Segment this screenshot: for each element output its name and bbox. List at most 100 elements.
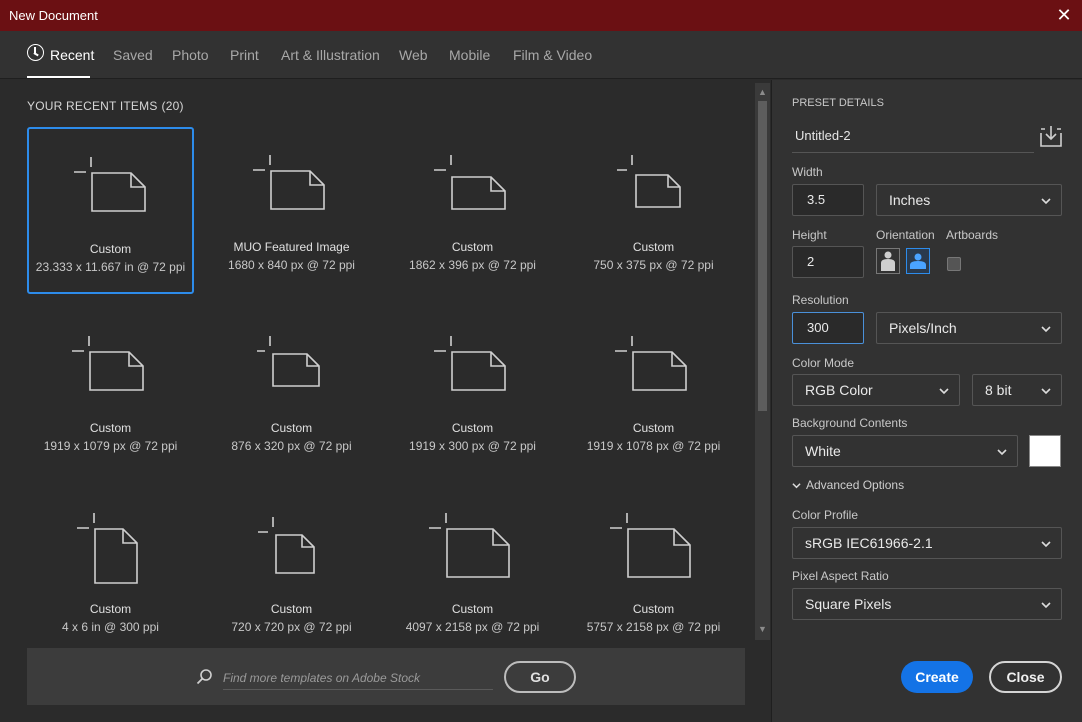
tab-art-illustration[interactable]: Art & Illustration	[281, 47, 380, 63]
color-profile-select[interactable]: sRGB IEC61966-2.1	[792, 527, 1062, 559]
artboards-checkbox[interactable]	[947, 257, 961, 271]
color-mode-value: RGB Color	[805, 382, 873, 398]
orientation-label: Orientation	[876, 228, 935, 242]
tab-print[interactable]: Print	[230, 47, 259, 63]
resolution-unit-select[interactable]: Pixels/Inch	[876, 312, 1062, 344]
clock-icon	[27, 44, 44, 61]
window-title: New Document	[9, 8, 98, 23]
recent-item-card[interactable]: Custom 750 x 375 px @ 72 ppi	[570, 127, 737, 294]
recent-items-count: (20)	[161, 99, 184, 113]
height-label: Height	[792, 228, 827, 242]
landscape-icon	[910, 253, 926, 269]
search-input[interactable]	[223, 666, 493, 690]
item-name: Custom	[270, 602, 313, 616]
width-input[interactable]: 3.5	[792, 184, 864, 216]
recent-item-card[interactable]: Custom 876 x 320 px @ 72 ppi	[208, 308, 375, 475]
scroll-up-icon[interactable]: ▲	[758, 87, 767, 97]
item-name: Custom	[89, 242, 132, 256]
portrait-icon	[881, 251, 895, 271]
recent-item-card[interactable]: Custom 1919 x 1078 px @ 72 ppi	[570, 308, 737, 475]
portrait-orientation-button[interactable]	[876, 248, 900, 274]
tab-web[interactable]: Web	[399, 47, 428, 63]
tab-film-video[interactable]: Film & Video	[513, 47, 592, 63]
chevron-down-icon	[1041, 198, 1051, 205]
bit-depth-value: 8 bit	[985, 382, 1012, 398]
item-size: 1919 x 1079 px @ 72 ppi	[43, 439, 178, 453]
resolution-input[interactable]: 300	[792, 312, 864, 344]
recent-item-card[interactable]: Custom 1919 x 300 px @ 72 ppi	[389, 308, 556, 475]
recent-item-card[interactable]: Custom 23.333 x 11.667 in @ 72 ppi	[27, 127, 194, 294]
go-button[interactable]: Go	[504, 661, 576, 693]
recent-item-card[interactable]: Custom 5757 x 2158 px @ 72 ppi	[570, 489, 737, 656]
resolution-unit-value: Pixels/Inch	[889, 320, 957, 336]
color-profile-value: sRGB IEC61966-2.1	[805, 535, 933, 551]
item-size: 23.333 x 11.667 in @ 72 ppi	[35, 260, 186, 274]
chevron-down-icon	[939, 388, 949, 395]
document-preset-icon	[253, 155, 325, 210]
document-preset-icon	[434, 336, 506, 391]
title-bar: New Document ✕	[0, 0, 1082, 31]
stock-search-bar: Go	[27, 648, 745, 705]
background-color-swatch[interactable]	[1029, 435, 1061, 467]
item-name: Custom	[451, 602, 494, 616]
pixel-aspect-label: Pixel Aspect Ratio	[792, 569, 889, 583]
item-name: Custom	[451, 421, 494, 435]
scrollbar[interactable]: ▲ ▼	[755, 83, 770, 640]
width-label: Width	[792, 165, 823, 179]
height-input[interactable]: 2	[792, 246, 864, 278]
document-preset-icon	[77, 513, 138, 584]
create-button[interactable]: Create	[901, 661, 973, 693]
scroll-down-icon[interactable]: ▼	[758, 624, 767, 634]
landscape-orientation-button[interactable]	[906, 248, 930, 274]
item-size: 1680 x 840 px @ 72 ppi	[228, 258, 355, 272]
recent-item-card[interactable]: Custom 1919 x 1079 px @ 72 ppi	[27, 308, 194, 475]
item-name: Custom	[632, 421, 675, 435]
background-select[interactable]: White	[792, 435, 1018, 467]
color-profile-label: Color Profile	[792, 508, 859, 522]
active-tab-indicator	[27, 76, 90, 78]
scroll-thumb[interactable]	[758, 101, 767, 411]
item-size: 876 x 320 px @ 72 ppi	[231, 439, 352, 453]
recent-items-panel: YOUR RECENT ITEMS (20) Custom 23.333 x 11…	[0, 80, 771, 722]
recent-item-card[interactable]: Custom 1862 x 396 px @ 72 ppi	[389, 127, 556, 294]
tab-mobile[interactable]: Mobile	[449, 47, 490, 63]
item-name: Custom	[270, 421, 313, 435]
tab-recent[interactable]: Recent	[50, 47, 94, 63]
width-unit-select[interactable]: Inches	[876, 184, 1062, 216]
search-icon	[196, 669, 212, 685]
resolution-label: Resolution	[792, 293, 849, 307]
color-mode-label: Color Mode	[792, 356, 855, 370]
item-name: Custom	[632, 240, 675, 254]
recent-item-card[interactable]: MUO Featured Image 1680 x 840 px @ 72 pp…	[208, 127, 375, 294]
window-close-icon[interactable]: ✕	[1056, 6, 1072, 24]
document-preset-icon	[617, 155, 681, 208]
recent-item-card[interactable]: Custom 4 x 6 in @ 300 ppi	[27, 489, 194, 656]
chevron-down-icon	[1041, 602, 1051, 609]
document-name-field[interactable]: Untitled-2	[792, 123, 1034, 153]
chevron-down-icon	[997, 449, 1007, 456]
recent-item-card[interactable]: Custom 720 x 720 px @ 72 ppi	[208, 489, 375, 656]
bit-depth-select[interactable]: 8 bit	[972, 374, 1062, 406]
chevron-down-icon	[1041, 326, 1051, 333]
background-value: White	[805, 443, 841, 459]
item-size: 750 x 375 px @ 72 ppi	[593, 258, 714, 272]
recent-item-card[interactable]: Custom 4097 x 2158 px @ 72 ppi	[389, 489, 556, 656]
item-name: Custom	[89, 421, 132, 435]
preset-details-heading: PRESET DETAILS	[792, 97, 884, 109]
color-mode-select[interactable]: RGB Color	[792, 374, 960, 406]
chevron-down-icon	[792, 483, 801, 489]
item-size: 1919 x 300 px @ 72 ppi	[409, 439, 536, 453]
document-preset-icon	[429, 513, 510, 578]
document-preset-icon	[258, 517, 315, 574]
close-button[interactable]: Close	[989, 661, 1062, 693]
tab-saved[interactable]: Saved	[113, 47, 153, 63]
preset-details-panel: PRESET DETAILS Untitled-2 Width 3.5 Inch…	[771, 80, 1082, 722]
pixel-aspect-select[interactable]: Square Pixels	[792, 588, 1062, 620]
save-preset-icon[interactable]	[1040, 125, 1062, 147]
tab-photo[interactable]: Photo	[172, 47, 209, 63]
artboards-label: Artboards	[946, 228, 999, 242]
item-size: 1919 x 1078 px @ 72 ppi	[586, 439, 721, 453]
pixel-aspect-value: Square Pixels	[805, 596, 892, 612]
advanced-options-toggle[interactable]: Advanced Options	[792, 478, 904, 492]
document-preset-icon	[434, 155, 506, 210]
